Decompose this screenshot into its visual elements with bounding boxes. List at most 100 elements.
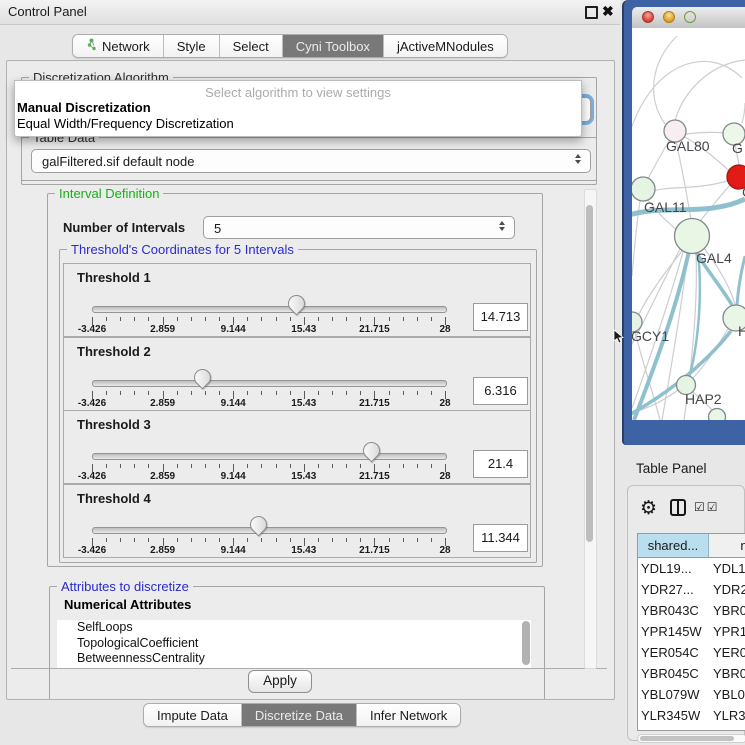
minimize-traffic-light-icon[interactable]	[663, 11, 675, 23]
cell-name: YDL1	[713, 558, 745, 579]
tick-mark	[389, 317, 390, 321]
cell-name: YDR2	[713, 579, 745, 600]
gear-icon[interactable]: ⚙	[640, 496, 657, 520]
threshold-value-field[interactable]: 21.4	[473, 450, 528, 478]
threshold-value-field[interactable]: 11.344	[473, 524, 528, 552]
popup-option-equal-width[interactable]: Equal Width/Frequency Discretization	[17, 116, 234, 131]
tick-mark	[389, 391, 390, 395]
threshold-slider-track[interactable]	[92, 380, 447, 387]
table-horizontal-scrollbar[interactable]	[637, 734, 745, 743]
tick-mark	[431, 538, 432, 542]
axis-tick-label: 9.144	[221, 471, 246, 482]
tab-label: Network	[102, 39, 150, 54]
tick-mark	[332, 391, 333, 395]
cell-name: YPR1	[713, 621, 745, 642]
tick-mark	[417, 391, 418, 395]
tab-label: Cyni Toolbox	[296, 39, 370, 54]
tab-jactivemnodules[interactable]: jActiveMNodules	[384, 35, 507, 57]
table-row[interactable]: YBR043CYBR0	[638, 600, 745, 621]
tab-select[interactable]: Select	[220, 35, 283, 57]
tick-mark	[290, 464, 291, 468]
zoom-traffic-light-icon[interactable]	[684, 11, 696, 23]
table-row[interactable]: YLR345WYLR3	[638, 705, 745, 726]
tab-network[interactable]: Network	[73, 35, 164, 57]
panel-vertical-scrollbar[interactable]	[584, 189, 597, 669]
network-canvas[interactable]: GAL80 G C GAL11 GAL4 GCY1 H HAP2	[632, 28, 745, 420]
tab-impute-data[interactable]: Impute Data	[144, 704, 242, 726]
tick-mark	[332, 538, 333, 542]
threshold-label: Threshold 4	[77, 491, 151, 506]
table-row[interactable]: YDR27...YDR2	[638, 579, 745, 600]
threshold-slider-track[interactable]	[92, 527, 447, 534]
tick-mark	[219, 538, 220, 542]
threshold-slider-track[interactable]	[92, 306, 447, 313]
table-row[interactable]: YPR145WYPR1	[638, 621, 745, 642]
attribute-list-item[interactable]: SelfLoops	[57, 620, 520, 636]
table-header-row: shared... n	[638, 534, 745, 558]
tick-mark	[290, 391, 291, 395]
tick-mark	[134, 391, 135, 395]
attribute-list-item[interactable]: BetweennessCentrality	[57, 651, 520, 667]
table-row[interactable]: YIL052CYIL0	[638, 726, 745, 731]
mouse-cursor	[613, 329, 624, 344]
tick-mark	[134, 317, 135, 321]
scrollbar-thumb[interactable]	[586, 205, 593, 542]
tick-mark	[403, 391, 404, 395]
axis-tick-label: 2.859	[150, 545, 175, 556]
number-of-intervals-spinner[interactable]: 5	[203, 216, 515, 239]
split-columns-icon[interactable]	[670, 499, 686, 516]
axis-tick-label: 21.715	[359, 324, 390, 335]
scrollbar-thumb[interactable]	[522, 621, 530, 665]
close-traffic-light-icon[interactable]	[642, 11, 654, 23]
network-view-window[interactable]: GAL80 G C GAL11 GAL4 GCY1 H HAP2	[622, 0, 745, 445]
apply-button[interactable]: Apply	[248, 670, 312, 693]
table-data-combobox[interactable]: galFiltered.sif default node	[31, 149, 591, 173]
node-attribute-table[interactable]: shared... n YDL19...YDL1YDR27...YDR2YBR0…	[637, 533, 745, 731]
bottom-tab-bar: Impute Data Discretize Data Infer Network	[143, 703, 461, 727]
close-icon[interactable]: ✖	[602, 3, 614, 20]
popup-option-manual[interactable]: Manual Discretization	[17, 100, 151, 115]
tab-infer-network[interactable]: Infer Network	[357, 704, 460, 726]
tick-mark	[389, 464, 390, 468]
axis-tick-label: 2.859	[150, 324, 175, 335]
attributes-list-scrollbar[interactable]	[520, 620, 531, 669]
tab-style[interactable]: Style	[164, 35, 220, 57]
tick-mark	[205, 464, 206, 468]
select-columns-checkboxes-icon[interactable]: ☑☑	[694, 500, 720, 514]
scrollbar-thumb[interactable]	[640, 736, 734, 741]
cell-shared-name: YDL19...	[641, 558, 709, 579]
axis-tick-label: 28	[439, 471, 450, 482]
tick-mark	[431, 391, 432, 395]
threshold-value-field[interactable]: 6.316	[473, 377, 528, 405]
threshold-value-field[interactable]: 14.713	[473, 303, 528, 331]
tick-mark	[191, 538, 192, 542]
number-of-intervals-label: Number of Intervals	[63, 220, 185, 235]
node-label-partial-h: H	[738, 323, 745, 339]
tab-cyni-toolbox[interactable]: Cyni Toolbox	[283, 35, 384, 57]
network-graph: GAL80 G C GAL11 GAL4 GCY1 H HAP2	[632, 28, 745, 420]
tick-mark	[276, 464, 277, 468]
numerical-attributes-list[interactable]: SelfLoopsTopologicalCoefficientBetweenne…	[57, 620, 520, 669]
cell-name: YER0	[713, 642, 745, 663]
column-header-name[interactable]: n	[709, 534, 745, 558]
tab-label: Select	[233, 39, 269, 54]
tick-mark	[247, 464, 248, 468]
group-title: Attributes to discretize	[57, 579, 193, 594]
tick-mark	[148, 464, 149, 468]
tick-mark	[290, 538, 291, 542]
table-row[interactable]: YBR045CYBR0	[638, 663, 745, 684]
column-header-shared-name[interactable]: shared...	[638, 534, 709, 558]
threshold-slider-track[interactable]	[92, 453, 447, 460]
tick-mark	[318, 538, 319, 542]
tick-mark	[106, 464, 107, 468]
tab-discretize-data[interactable]: Discretize Data	[242, 704, 357, 726]
table-row[interactable]: YER054CYER0	[638, 642, 745, 663]
table-row[interactable]: YBL079WYBL0	[638, 684, 745, 705]
threshold-label: Threshold 2	[77, 344, 151, 359]
tab-label: Discretize Data	[255, 708, 343, 723]
table-row[interactable]: YDL19...YDL1	[638, 558, 745, 579]
cell-shared-name: YBR045C	[641, 663, 709, 684]
tick-mark	[403, 538, 404, 542]
attribute-list-item[interactable]: TopologicalCoefficient	[57, 636, 520, 652]
float-window-icon[interactable]	[585, 6, 598, 19]
